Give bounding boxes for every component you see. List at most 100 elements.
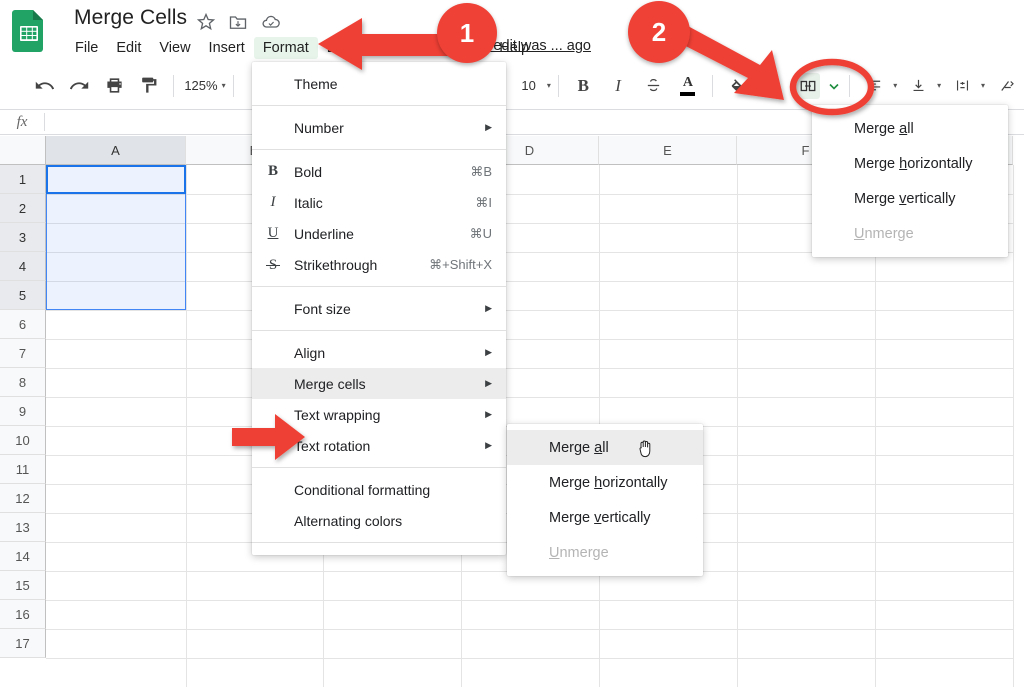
font-size-value[interactable]: 10 — [511, 78, 545, 93]
text-color-letter: A — [682, 74, 693, 90]
row-header-16[interactable]: 16 — [0, 600, 46, 629]
format-menu-item-theme[interactable]: Theme — [252, 68, 506, 99]
column-header-a[interactable]: A — [46, 136, 186, 165]
merge-submenu-item-unmerge: Unmerge — [507, 535, 703, 570]
submenu-arrow-icon: ▶ — [485, 347, 492, 357]
borders-icon[interactable] — [760, 73, 785, 99]
text-wrapping-icon[interactable] — [950, 73, 975, 99]
format-menu-item-font-size[interactable]: Font size ▶ — [252, 293, 506, 324]
menu-tools[interactable]: Tools — [366, 37, 418, 59]
row-header-4[interactable]: 4 — [0, 252, 46, 281]
format-menu-item-text-rotation[interactable]: Text rotation ▶ — [252, 430, 506, 461]
text-rotation-icon[interactable] — [994, 73, 1019, 99]
menu-view[interactable]: View — [150, 37, 199, 59]
format-menu-item-label: Align — [294, 344, 326, 361]
select-all-corner[interactable] — [0, 136, 46, 165]
italic-icon[interactable]: I — [606, 73, 631, 99]
bold-icon[interactable]: B — [571, 73, 596, 99]
menu-separator — [252, 467, 506, 468]
column-header-e[interactable]: E — [599, 136, 737, 165]
document-title[interactable]: Merge Cells — [74, 6, 187, 30]
format-menu-item-number[interactable]: Number ▶ — [252, 112, 506, 143]
redo-icon[interactable] — [67, 73, 92, 99]
format-menu-item-label: Text wrapping — [294, 406, 381, 423]
menu-separator — [252, 330, 506, 331]
zoom-value[interactable]: 125% — [181, 78, 220, 93]
undo-icon[interactable] — [32, 73, 57, 99]
format-menu-panel[interactable]: Theme Number ▶ B Bold ⌘B I Italic ⌘I U Underline ⌘U… — [252, 62, 506, 555]
format-menu-item-text-wrapping[interactable]: Text wrapping ▶ — [252, 399, 506, 430]
merge-submenu-item-merge-horizontally[interactable]: Merge horizontally — [507, 465, 703, 500]
menu-format[interactable]: Format — [253, 37, 318, 59]
horizontal-align-icon[interactable] — [862, 73, 887, 99]
toolbar-merge-dropdown-panel[interactable]: Merge all Merge horizontally Merge vertica… — [812, 105, 1008, 257]
row-header-10[interactable]: 10 — [0, 426, 46, 455]
annotation-badge-2: 2 — [628, 1, 690, 63]
row-header-8[interactable]: 8 — [0, 368, 46, 397]
menu-edit[interactable]: Edit — [107, 37, 150, 59]
submenu-arrow-icon: ▶ — [485, 303, 492, 313]
merge-menu-item-label: Merge vertically — [854, 190, 956, 207]
star-icon[interactable] — [196, 12, 216, 32]
format-menu-item-conditional-formatting[interactable]: Conditional formatting — [252, 474, 506, 505]
menu-data[interactable]: Data — [318, 37, 367, 59]
toolbar-merge-item-merge-horizontally[interactable]: Merge horizontally — [812, 146, 1008, 181]
row-header-15[interactable]: 15 — [0, 571, 46, 600]
row-header-9[interactable]: 9 — [0, 397, 46, 426]
format-menu-item-italic[interactable]: I Italic ⌘I — [252, 187, 506, 218]
menu-insert[interactable]: Insert — [200, 37, 254, 59]
row-header-1[interactable]: 1 — [0, 165, 46, 194]
format-menu-item-alternating-colors[interactable]: Alternating colors — [252, 505, 506, 536]
format-menu-item-strikethrough[interactable]: SStrikethrough ⌘+Shift+X — [252, 249, 506, 280]
print-icon[interactable] — [102, 73, 127, 99]
row-header-12[interactable]: 12 — [0, 484, 46, 513]
horizontal-align-caret-icon[interactable]: ▾ — [893, 81, 897, 90]
format-menu-item-underline[interactable]: U Underline ⌘U — [252, 218, 506, 249]
toolbar-merge-item-merge-all[interactable]: Merge all — [812, 111, 1008, 146]
format-menu-item-merge-cells[interactable]: Merge cells ▶ — [252, 368, 506, 399]
format-icon-bold: B — [267, 163, 278, 179]
cloud-saved-icon[interactable] — [261, 12, 281, 32]
vertical-align-icon[interactable] — [906, 73, 931, 99]
submenu-arrow-icon: ▶ — [485, 378, 492, 388]
row-header-14[interactable]: 14 — [0, 542, 46, 571]
merge-cells-submenu-panel[interactable]: Merge all Merge horizontally Merge vertica… — [507, 424, 703, 576]
format-menu-item-label: Alternating colors — [294, 512, 403, 529]
merge-menu-item-label: Unmerge — [549, 544, 609, 561]
vertical-align-caret-icon[interactable]: ▾ — [937, 81, 941, 90]
move-to-folder-icon[interactable] — [228, 12, 248, 32]
paint-format-icon[interactable] — [136, 73, 161, 99]
merge-menu-item-label: Merge all — [549, 439, 609, 456]
merge-cells-icon[interactable] — [795, 72, 820, 99]
strikethrough-icon[interactable] — [641, 73, 666, 99]
merge-submenu-item-merge-vertically[interactable]: Merge vertically — [507, 500, 703, 535]
text-color-icon[interactable]: A — [675, 73, 700, 99]
merge-cells-dropdown-caret-icon[interactable] — [827, 73, 840, 99]
row-header-7[interactable]: 7 — [0, 339, 46, 368]
font-size-caret-icon[interactable]: ▾ — [547, 81, 551, 90]
submenu-arrow-icon: ▶ — [485, 122, 492, 132]
merge-menu-item-label: Merge vertically — [549, 509, 651, 526]
format-icon-underline: U — [267, 225, 279, 241]
zoom-caret-icon[interactable]: ▾ — [222, 81, 226, 90]
row-header-6[interactable]: 6 — [0, 310, 46, 339]
format-menu-item-label: Bold — [294, 163, 323, 180]
row-header-11[interactable]: 11 — [0, 455, 46, 484]
format-menu-item-shortcut: ⌘U — [469, 225, 492, 241]
active-cell-a1[interactable] — [46, 165, 186, 194]
row-header-5[interactable]: 5 — [0, 281, 46, 310]
fill-color-icon[interactable] — [725, 73, 750, 99]
merge-menu-item-label: Merge horizontally — [854, 155, 973, 172]
row-header-17[interactable]: 17 — [0, 629, 46, 658]
row-header-13[interactable]: 13 — [0, 513, 46, 542]
row-header-2[interactable]: 2 — [0, 194, 46, 223]
merge-submenu-item-merge-all[interactable]: Merge all — [507, 430, 703, 465]
format-menu-item-align[interactable]: Align ▶ — [252, 337, 506, 368]
format-menu-item-bold[interactable]: B Bold ⌘B — [252, 156, 506, 187]
format-menu-item-label: Underline — [294, 225, 354, 242]
row-header-3[interactable]: 3 — [0, 223, 46, 252]
menu-file[interactable]: File — [66, 37, 107, 59]
format-menu-item-shortcut: ⌘I — [475, 194, 492, 210]
text-wrapping-caret-icon[interactable]: ▾ — [981, 81, 985, 90]
toolbar-merge-item-merge-vertically[interactable]: Merge vertically — [812, 181, 1008, 216]
